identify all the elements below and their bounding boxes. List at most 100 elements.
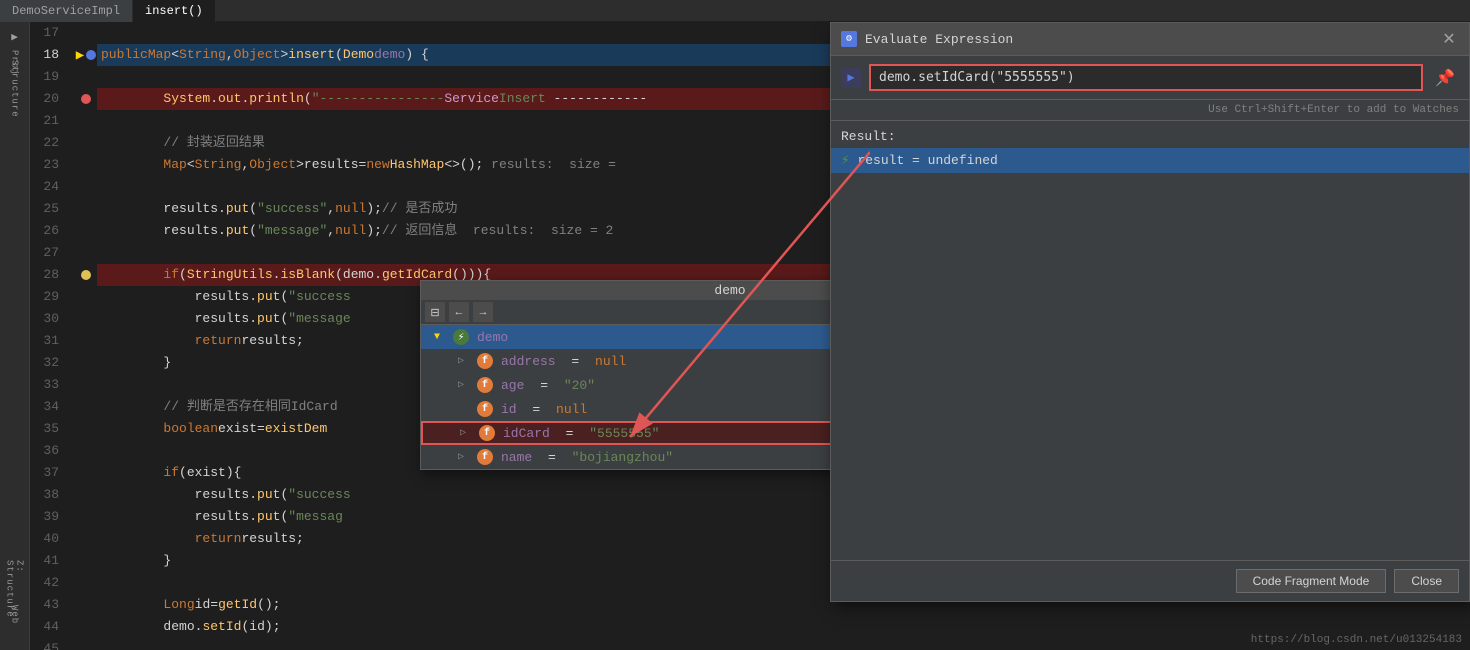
expand-arrow-id xyxy=(453,401,469,417)
nav-filter-btn[interactable]: ⊟ xyxy=(425,302,445,322)
tab-bar: DemoServiceImpl insert() xyxy=(0,0,1470,22)
sidebar-icon-zstructure[interactable]: Z: Structure xyxy=(4,578,26,600)
gutter-28 xyxy=(75,264,97,286)
ln-17: 17 xyxy=(30,22,67,44)
gutter-32 xyxy=(75,352,97,374)
ln-44: 44 xyxy=(30,616,67,638)
gutter-36 xyxy=(75,440,97,462)
eval-add-watches-button[interactable]: 📌 xyxy=(1431,68,1459,88)
tab-insert[interactable]: insert() xyxy=(133,0,216,22)
eval-result-row: ⚡ result = undefined xyxy=(831,148,1469,173)
eval-close-button[interactable]: ✕ xyxy=(1439,29,1459,49)
line-numbers: 17 18 19 20 21 22 23 24 25 26 27 28 29 3… xyxy=(30,22,75,650)
gutter-43 xyxy=(75,594,97,616)
ln-45: 45 xyxy=(30,638,67,650)
result-value-icon: ⚡ xyxy=(841,152,849,169)
field-icon-name: f xyxy=(477,449,493,465)
breakpoint-18[interactable] xyxy=(86,50,96,60)
item-key-id: id xyxy=(501,402,517,417)
eval-result-label: Result: xyxy=(831,121,1469,148)
item-key-name: name xyxy=(501,450,532,465)
sidebar-icon-structure[interactable]: Structure xyxy=(4,78,26,100)
item-value-name: "bojiangzhou" xyxy=(572,450,673,465)
item-key-demo: demo xyxy=(477,330,508,345)
watermark: https://blog.csdn.net/u013254183 xyxy=(1243,630,1470,650)
ln-39: 39 xyxy=(30,506,67,528)
eval-dialog: ⚙ Evaluate Expression ✕ ▶ 📌 Use Ctrl+Shi… xyxy=(830,22,1470,602)
ln-27: 27 xyxy=(30,242,67,264)
tab-demo-service-impl[interactable]: DemoServiceImpl xyxy=(0,0,133,22)
gutter-38 xyxy=(75,484,97,506)
expand-arrow-address: ▷ xyxy=(453,353,469,369)
gutter-35 xyxy=(75,418,97,440)
field-icon-address: f xyxy=(477,353,493,369)
breakpoint-20[interactable] xyxy=(81,94,91,104)
ln-18: 18 xyxy=(30,44,67,66)
ln-43: 43 xyxy=(30,594,67,616)
ln-23: 23 xyxy=(30,154,67,176)
gutter-22 xyxy=(75,132,97,154)
ln-37: 37 xyxy=(30,462,67,484)
eval-input-icon: ▶ xyxy=(841,68,861,88)
item-value-age: "20" xyxy=(564,378,595,393)
ln-34: 34 xyxy=(30,396,67,418)
eval-input-area: ▶ 📌 xyxy=(831,56,1469,100)
eval-title: ⚙ Evaluate Expression xyxy=(841,31,1013,47)
gutter-30 xyxy=(75,308,97,330)
eval-expression-input[interactable] xyxy=(869,64,1423,91)
gutter-33 xyxy=(75,374,97,396)
gutter-37 xyxy=(75,462,97,484)
gutter-25 xyxy=(75,198,97,220)
ln-22: 22 xyxy=(30,132,67,154)
expand-arrow-idcard: ▷ xyxy=(455,425,471,441)
ln-26: 26 xyxy=(30,220,67,242)
nav-forward-btn[interactable]: → xyxy=(473,302,493,322)
gutter-23 xyxy=(75,154,97,176)
gutter-41 xyxy=(75,550,97,572)
nav-back-btn[interactable]: ← xyxy=(449,302,469,322)
item-value-address: null xyxy=(595,354,626,369)
ln-29: 29 xyxy=(30,286,67,308)
ln-42: 42 xyxy=(30,572,67,594)
item-key-idcard: idCard xyxy=(503,426,550,441)
ln-30: 30 xyxy=(30,308,67,330)
ln-21: 21 xyxy=(30,110,67,132)
item-value-id: null xyxy=(556,402,587,417)
gutter-44 xyxy=(75,616,97,638)
gutter-18: ▶ xyxy=(75,44,97,66)
gutter-27 xyxy=(75,242,97,264)
ln-24: 24 xyxy=(30,176,67,198)
ln-19: 19 xyxy=(30,66,67,88)
close-button[interactable]: Close xyxy=(1394,569,1459,593)
add-watches-icon: 📌 xyxy=(1435,68,1455,88)
field-icon-id: f xyxy=(477,401,493,417)
debug-arrow-icon: ▶ xyxy=(76,47,84,64)
field-icon-age: f xyxy=(477,377,493,393)
ln-31: 31 xyxy=(30,330,67,352)
item-key-address: address xyxy=(501,354,556,369)
ln-28: 28 xyxy=(30,264,67,286)
ln-32: 32 xyxy=(30,352,67,374)
gutter-45 xyxy=(75,638,97,650)
gutter-31 xyxy=(75,330,97,352)
main-layout: ▶ Proj Structure Z: Structure Web 17 18 … xyxy=(0,22,1470,650)
item-key-age: age xyxy=(501,378,524,393)
gutter-26 xyxy=(75,220,97,242)
breakpoint-28[interactable] xyxy=(81,270,91,280)
sidebar-icon-web[interactable]: Web xyxy=(4,604,26,626)
ln-20: 20 xyxy=(30,88,67,110)
gutter-20 xyxy=(75,88,97,110)
gutter-40 xyxy=(75,528,97,550)
sidebar-icon-1[interactable]: ▶ xyxy=(4,26,26,48)
eval-dialog-icon: ⚙ xyxy=(841,31,857,47)
ln-25: 25 xyxy=(30,198,67,220)
code-fragment-button[interactable]: Code Fragment Mode xyxy=(1236,569,1387,593)
gutter-29 xyxy=(75,286,97,308)
gutter-34 xyxy=(75,396,97,418)
eval-footer: Code Fragment Mode Close xyxy=(831,560,1469,601)
eval-result-text: result = undefined xyxy=(857,153,997,168)
expand-arrow-demo[interactable]: ▼ xyxy=(429,329,445,345)
gutter-39 xyxy=(75,506,97,528)
gutter-21 xyxy=(75,110,97,132)
expand-arrow-age: ▷ xyxy=(453,377,469,393)
